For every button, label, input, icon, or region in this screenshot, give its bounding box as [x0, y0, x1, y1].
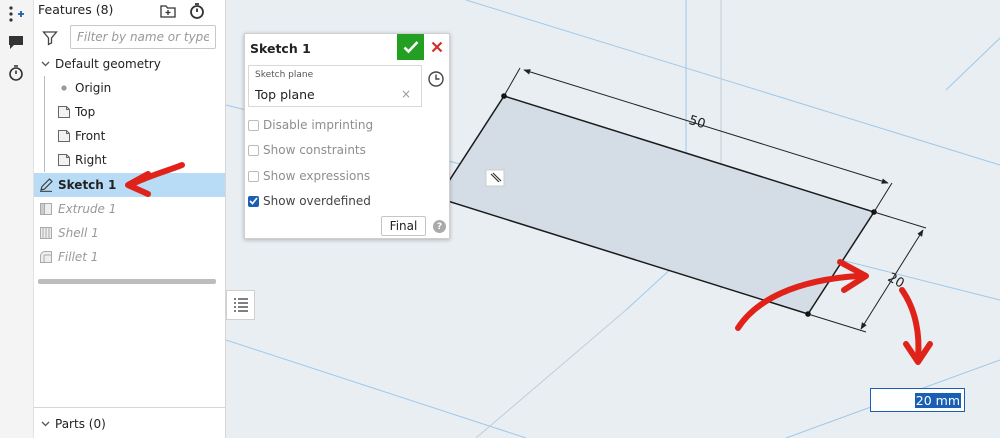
origin-point-icon: [56, 85, 72, 91]
parts-section[interactable]: Parts (0): [34, 407, 225, 439]
clear-plane-icon[interactable]: ×: [401, 87, 411, 101]
sketch-pencil-icon: [38, 178, 54, 192]
dimension-value-selected-text: 20 mm: [914, 392, 961, 408]
shell-icon: [38, 226, 54, 240]
fillet-icon: [38, 250, 54, 264]
history-clock-icon[interactable]: [427, 70, 445, 88]
checkbox[interactable]: [248, 170, 259, 182]
filter-icon[interactable]: [42, 30, 58, 46]
top-plane-edge: [226, 339, 527, 438]
option-show-expressions[interactable]: Show expressions: [248, 167, 370, 185]
parts-label: Parts (0): [55, 416, 106, 431]
right-plane-edge: [475, 309, 627, 438]
sketch-dialog-title: Sketch 1: [250, 41, 311, 56]
checkbox-checked[interactable]: [248, 195, 259, 207]
rollback-timer-icon[interactable]: [187, 1, 207, 21]
tree-item-shell-1[interactable]: Shell 1: [34, 221, 225, 245]
comment-icon[interactable]: [4, 31, 28, 53]
sketch-plane-field[interactable]: Sketch plane Top plane ×: [248, 65, 422, 107]
cancel-button[interactable]: [427, 37, 447, 57]
tree-item-label: Top: [75, 105, 96, 119]
chevron-down-icon[interactable]: [38, 421, 52, 427]
tree-item-label: Right: [75, 153, 107, 167]
plane-icon: [56, 153, 72, 167]
length-dimension-label[interactable]: 50: [687, 113, 707, 132]
default-geometry-label: Default geometry: [55, 57, 161, 71]
plane-icon: [56, 129, 72, 143]
feature-list-scrollbar[interactable]: [38, 279, 216, 284]
feature-panel-header: Features (8): [34, 0, 225, 22]
annotation-arrow-sketch: [125, 162, 185, 197]
insert-feature-icon[interactable]: [4, 3, 28, 25]
tree-item-label: Extrude 1: [58, 202, 117, 216]
help-icon[interactable]: ?: [433, 220, 446, 233]
feature-panel: Features (8) Default geometry Origin Top: [34, 0, 226, 438]
sketch-plane-label: Sketch plane: [255, 70, 314, 80]
plane-edge: [945, 37, 1000, 91]
tree-item-label: Front: [75, 129, 106, 143]
add-folder-icon[interactable]: [158, 1, 178, 21]
tree-item-label: Shell 1: [58, 226, 99, 240]
option-label: Show constraints: [263, 143, 366, 157]
feature-filter-input[interactable]: [70, 25, 216, 49]
checkmark-icon: [403, 41, 418, 54]
tree-item-extrude-1[interactable]: Extrude 1: [34, 197, 225, 221]
option-show-overdefined[interactable]: Show overdefined: [248, 192, 371, 210]
option-show-constraints[interactable]: Show constraints: [248, 141, 366, 159]
checkbox[interactable]: [248, 144, 259, 156]
sketch-pencil-cursor: [485, 169, 505, 187]
timer-icon[interactable]: [4, 62, 28, 84]
tree-item-fillet-1[interactable]: Fillet 1: [34, 245, 225, 269]
accept-button[interactable]: [397, 34, 424, 60]
final-button[interactable]: Final: [381, 216, 426, 236]
sketch-plane-value: Top plane: [255, 87, 315, 102]
list-icon: [233, 298, 248, 312]
option-label: Show overdefined: [263, 194, 371, 208]
tree-item-top-plane[interactable]: Top: [34, 100, 225, 124]
left-toolstrip: [0, 0, 34, 438]
plane-icon: [56, 105, 72, 119]
chevron-down-icon[interactable]: [38, 61, 52, 67]
tree-item-label: Fillet 1: [58, 250, 99, 264]
checkmark-icon: [249, 197, 258, 205]
close-icon: [431, 41, 443, 53]
tree-item-label: Sketch 1: [58, 178, 117, 192]
tree-item-front-plane[interactable]: Front: [34, 124, 225, 148]
option-label: Disable imprinting: [263, 118, 374, 132]
dimension-value-input[interactable]: 20 mm: [870, 388, 965, 412]
default-geometry-group[interactable]: Default geometry: [34, 52, 225, 76]
option-label: Show expressions: [263, 169, 371, 183]
feature-list-toggle-button[interactable]: [226, 290, 255, 320]
option-disable-imprinting[interactable]: Disable imprinting: [248, 116, 373, 134]
panel-title: Features (8): [38, 2, 114, 17]
tree-item-label: Origin: [75, 81, 112, 95]
sketch-dialog: Sketch 1 Sketch plane Top plane × Disabl…: [244, 33, 450, 239]
checkbox[interactable]: [248, 119, 259, 131]
tree-item-origin[interactable]: Origin: [34, 76, 225, 100]
extrude-icon: [38, 202, 54, 216]
